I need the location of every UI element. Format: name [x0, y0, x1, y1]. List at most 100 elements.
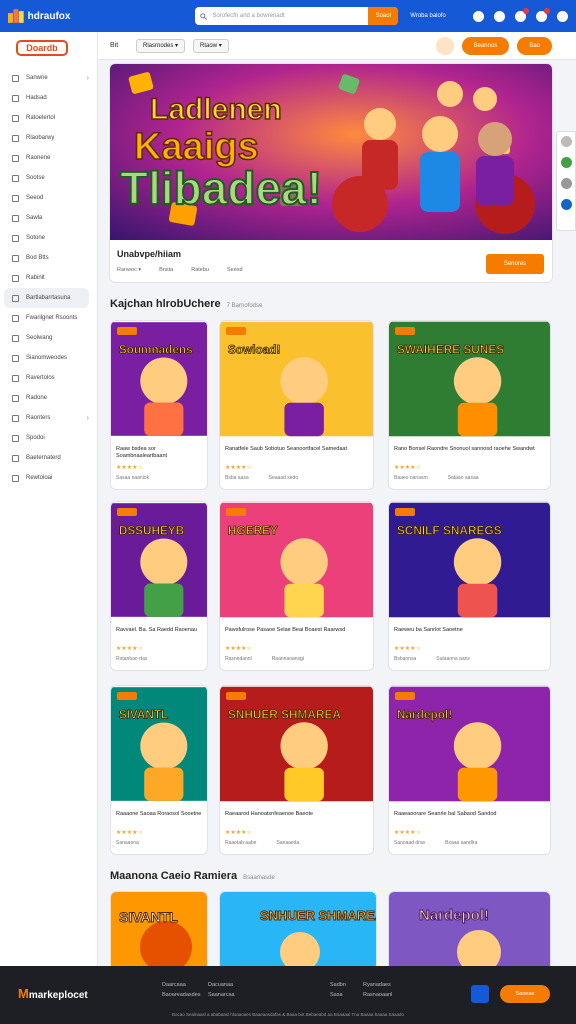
sidebar-item-label: Bartlabarrtasuna [26, 295, 71, 301]
product-price-row: Bsbannsa Sutaaona aans [389, 652, 550, 662]
category-icon [12, 394, 19, 402]
globe-icon[interactable] [473, 10, 484, 22]
category-icon [12, 94, 19, 102]
product-title[interactable]: Raeweu ba Sanrlot Saoetne [389, 623, 550, 645]
footer-action-button[interactable]: Saoeae [500, 985, 550, 1003]
sidebar-item[interactable]: Seeod [0, 188, 97, 208]
breadcrumb[interactable]: Bit [110, 42, 136, 49]
product-thumbnail: SIVANTL [111, 892, 207, 970]
footer-link[interactable]: Rasnaoaanl [363, 990, 392, 1000]
sidebar-item[interactable]: Baeternaterd [0, 448, 97, 468]
sidebar-logo[interactable]: Doardb [16, 40, 68, 56]
search-input[interactable]: Sorofecfn and a bowrenadt [207, 13, 369, 19]
rail-tool-icon[interactable] [560, 136, 572, 147]
discount-badge [395, 692, 415, 700]
card-art-text: HGEREY [228, 523, 278, 537]
hero-title[interactable]: Unabvpe/hiiam [117, 249, 181, 259]
product-card[interactable]: SCNILF SNAREGS Raeweu ba Sanrlot Saoetne ★… [388, 501, 551, 671]
footer-link[interactable]: Baoareadasdes [162, 990, 201, 1000]
product-card[interactable]: SIVANTL [110, 891, 208, 971]
product-seller: Seaaad sedo [268, 475, 299, 481]
rail-tool-icon[interactable] [560, 178, 572, 189]
sidebar-item-label: Ratoelertol [26, 115, 56, 121]
product-price: Sanoaad dras [394, 840, 426, 846]
user-icon[interactable] [557, 10, 568, 22]
secondary-action-button[interactable]: Bao [517, 36, 552, 55]
sidebar-item[interactable]: Sootse [0, 168, 97, 188]
bell-icon[interactable] [515, 7, 529, 22]
section-subtitle[interactable]: Bsaamasde [243, 875, 275, 881]
sidebar-item[interactable]: Seolwang [0, 328, 97, 348]
product-card[interactable]: SIVANTL Raaaone Saoaa Roraosol Sooetne ★★★… [110, 685, 208, 855]
product-title[interactable]: Rano Bonsel Raondre Snonuol sannosd raoe… [389, 442, 550, 464]
sidebar-item[interactable]: Bod Btts [0, 248, 97, 268]
sidebar-item[interactable]: Radone [0, 388, 97, 408]
section-subtitle[interactable]: 7 Barnofodse [227, 303, 263, 309]
product-price-row: Sanaaona [111, 836, 207, 846]
product-title[interactable]: Raeaarod Hanoatsnfeaenoe Baeote [220, 807, 373, 829]
rail-game-icon[interactable] [560, 157, 572, 168]
product-card[interactable]: HGEREY Pawsfulrose Pasaoe Selae Beai Boae… [219, 501, 374, 671]
sidebar-item[interactable]: Raonene [0, 148, 97, 168]
product-card[interactable]: SNHUER SHMAREA Raeaarod Hanoatsnfeaenoe B… [219, 685, 374, 855]
cart-icon[interactable] [536, 7, 550, 22]
rail-globe-icon[interactable] [560, 199, 572, 210]
footer-link[interactable]: Sasa [330, 990, 346, 1000]
help-icon[interactable] [494, 10, 505, 22]
sidebar-item[interactable]: Rabinit [0, 268, 97, 288]
sidebar-item[interactable]: Ratoelertol [0, 108, 97, 128]
product-card[interactable]: Nardepol! [388, 891, 551, 971]
featured-hero-card[interactable]: Ladlenen Kaaigs Tlibadea! Unabvpe/hiiam … [109, 63, 553, 283]
top-link[interactable]: Wroba balofo [410, 13, 469, 19]
product-title[interactable]: Ravvael. Ba. Sa Raedd Raoenau [111, 623, 207, 645]
footer-link[interactable]: Saanarcaa [208, 990, 235, 1000]
category-dropdown[interactable]: Rlasrnodes ▾ [136, 38, 186, 53]
product-title[interactable]: Ranatfele Saub Sobotuo Seanoortfacel Sam… [220, 442, 373, 464]
product-card[interactable]: SNHUER SHMAREA [219, 891, 377, 971]
sidebar-item[interactable]: Bartlabarrtasuna [4, 288, 89, 308]
sort-dropdown[interactable]: Rtaow ▾ [193, 38, 229, 53]
sidebar-item[interactable]: Rewtoloai [0, 468, 97, 488]
sidebar-item[interactable]: Fwarilgnet Rsoonts [0, 308, 97, 328]
product-card[interactable]: Sowload! Ranatfele Saub Sobotuo Seanoortf… [219, 320, 374, 490]
primary-action-button[interactable]: Beannos [461, 36, 510, 55]
sidebar-item[interactable]: Spodoi [0, 428, 97, 448]
product-price-row: Bsba aasa Seaaad sedo [220, 471, 373, 481]
hero-cta-button[interactable]: Senores [486, 254, 544, 274]
category-icon [12, 354, 19, 362]
footer-link[interactable]: Dacuanaa [208, 980, 235, 990]
category-icon [12, 454, 19, 462]
sidebar-item[interactable]: Sanwne › [0, 68, 97, 88]
footer-link[interactable]: Daarcaaa [162, 980, 201, 990]
product-title[interactable]: Raaaone Saoaa Roraosol Sooetne [111, 807, 207, 829]
product-card[interactable]: SWAIHERE SUNES Rano Bonsel Raondre Snonuo… [388, 320, 551, 490]
sidebar-item[interactable]: Sotone [0, 228, 97, 248]
sidebar-item[interactable]: Ravertolos [0, 368, 97, 388]
product-seller: Sanaaeda [276, 840, 300, 846]
product-title[interactable]: Raaeaoorare Seanrle bal Sabaod Sandod [389, 807, 550, 829]
product-card[interactable]: Soumnadens Raaw bsdea sor Soambnaaleartba… [110, 320, 208, 490]
sidebar-item-label: Rewtoloai [26, 475, 53, 481]
footer-logo[interactable]: Mmarkeplocet [18, 986, 88, 1001]
footer-link[interactable]: Sadbn [330, 980, 346, 990]
product-title[interactable]: Pawsfulrose Pasaoe Selae Beai Boaest Raa… [220, 623, 373, 645]
search-bar[interactable]: Sorofecfn and a bowrenadt Soaol [194, 7, 399, 25]
category-icon [12, 414, 19, 422]
favorites-icon[interactable] [435, 36, 454, 55]
sidebar-item[interactable]: Sawla [0, 208, 97, 228]
product-title[interactable]: Raaw bsdea sor Soambnaaleartbaant [111, 442, 207, 464]
brand-name[interactable]: hdraufox [28, 11, 175, 22]
facebook-icon[interactable] [471, 985, 489, 1003]
category-icon [12, 134, 19, 142]
product-card[interactable]: DSSUHEYB Ravvael. Ba. Sa Raedd Raoenau ★★★… [110, 501, 208, 671]
sidebar-item[interactable]: Raonters › [0, 408, 97, 428]
product-card[interactable]: Nardepol! Raaeaoorare Seanrle bal Sabaod … [388, 685, 551, 855]
marketplace-logo-icon[interactable] [8, 9, 24, 23]
product-price: Bsba aasa [225, 475, 249, 481]
sidebar-item[interactable]: Hadsad [0, 88, 97, 108]
search-button[interactable]: Soaol [368, 7, 399, 25]
footer-link[interactable]: Ryanadaes [363, 980, 392, 990]
sidebar-item[interactable]: Rlaobarwy [0, 128, 97, 148]
sidebar-item[interactable]: Sianomweodes [0, 348, 97, 368]
star-rating: ★★★★☆ [116, 465, 143, 471]
